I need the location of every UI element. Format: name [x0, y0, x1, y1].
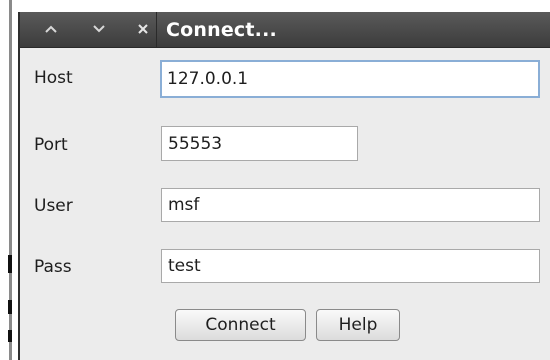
background-window-edge — [0, 0, 12, 360]
host-input[interactable]: 127.0.0.1 — [160, 60, 540, 98]
help-button[interactable]: Help — [316, 309, 400, 341]
pass-label: Pass — [34, 257, 72, 277]
user-label: User — [34, 196, 73, 216]
pass-value: test — [168, 256, 201, 276]
connect-dialog: Connect... Host 127.0.0.1 Port 55553 Use… — [18, 12, 550, 360]
title-separator — [156, 12, 157, 48]
edge-mark — [8, 330, 12, 342]
port-value: 55553 — [168, 133, 223, 154]
edge-mark — [8, 300, 12, 314]
screen: Connect... Host 127.0.0.1 Port 55553 Use… — [0, 0, 550, 360]
close-icon[interactable] — [132, 18, 154, 40]
title-bar: Connect... — [20, 12, 550, 48]
host-label: Host — [34, 68, 73, 88]
user-input[interactable]: msf — [161, 188, 540, 222]
connect-button[interactable]: Connect — [175, 309, 306, 341]
window-title: Connect... — [166, 19, 277, 41]
edge-mark — [8, 255, 12, 273]
port-label: Port — [34, 135, 68, 155]
minimize-icon[interactable] — [40, 18, 62, 40]
maximize-icon[interactable] — [88, 18, 110, 40]
port-input[interactable]: 55553 — [161, 126, 358, 161]
pass-input[interactable]: test — [161, 249, 540, 283]
host-value: 127.0.0.1 — [167, 69, 249, 89]
user-value: msf — [168, 195, 200, 215]
